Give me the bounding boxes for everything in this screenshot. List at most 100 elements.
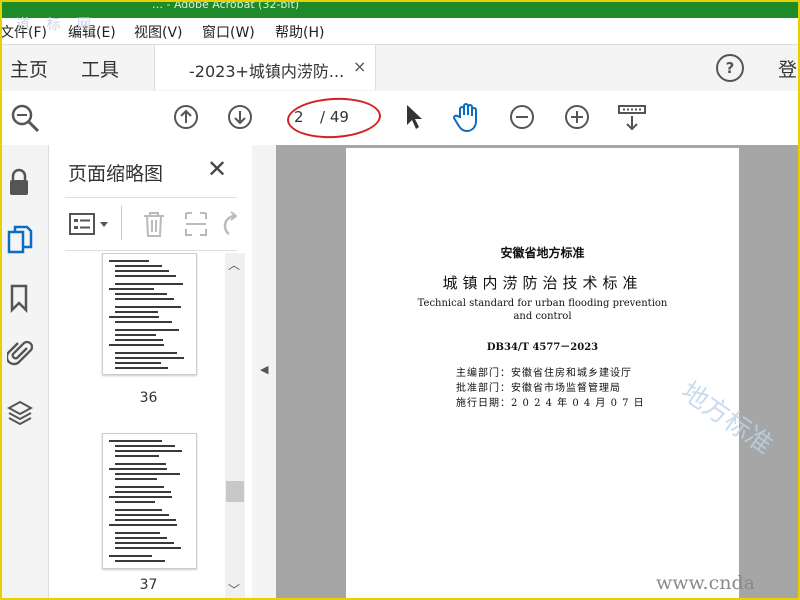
thumbnail-text-line xyxy=(115,298,174,300)
page-watermark: 地方标准 xyxy=(675,376,778,461)
menu-window[interactable]: 窗口(W) xyxy=(202,22,255,42)
document-page: 安徽省地方标准 城镇内涝防治技术标准 Technical standard fo… xyxy=(346,148,778,598)
tab-bar: 主页 工具 -2023+城镇内涝防... × ? 登 xyxy=(2,44,798,92)
tab-document[interactable]: -2023+城镇内涝防... × xyxy=(154,45,376,90)
hand-tool-icon[interactable] xyxy=(452,101,484,133)
site-watermark: 道 标 网 xyxy=(16,17,97,33)
thumbnail-text-line xyxy=(109,440,162,442)
thumbnail-text-line xyxy=(115,334,156,336)
thumbnail-text-line xyxy=(109,316,159,318)
thumbnail-text-line xyxy=(109,468,167,470)
thumbnail-text-line xyxy=(115,283,183,285)
thumbnail-text-line xyxy=(115,445,175,447)
login-button[interactable]: 登 xyxy=(778,55,797,82)
thumbnail-scrollbar[interactable]: ︿ ﹀ xyxy=(225,253,245,598)
panel-title: 页面缩略图 xyxy=(68,163,164,185)
thumbnail-text-line xyxy=(109,260,149,262)
window-title: … - Adobe Acrobat (32-bit) xyxy=(152,2,300,11)
standard-code: DB34/T 4577－2023 xyxy=(486,342,599,353)
thumbnail-text-line xyxy=(115,473,180,475)
menu-view[interactable]: 视图(V) xyxy=(134,22,183,42)
thumbnail-text-line xyxy=(109,288,154,290)
panel-toolbar xyxy=(65,197,237,251)
thumbnail-text-line xyxy=(109,344,164,346)
tab-tools[interactable]: 工具 xyxy=(81,55,119,82)
thumbnail-text-line xyxy=(115,311,158,313)
zoom-out-icon[interactable] xyxy=(509,104,535,130)
thumbnail-text-line xyxy=(115,339,163,341)
thumbnail-label-37: 37 xyxy=(139,577,158,593)
thumbnail-label-36: 36 xyxy=(139,390,158,406)
document-viewer: 安徽省地方标准 城镇内涝防治技术标准 Technical standard fo… xyxy=(276,145,798,598)
previous-page-icon[interactable] xyxy=(173,104,199,130)
thumbnail-text-line xyxy=(115,321,172,323)
lock-icon[interactable] xyxy=(7,167,31,197)
zoom-in-icon[interactable] xyxy=(564,104,590,130)
rotate-page-icon[interactable] xyxy=(221,210,237,238)
thumbnail-text-line xyxy=(115,306,181,308)
thumbnail-page-36[interactable] xyxy=(102,253,197,375)
thumbnail-text-line xyxy=(115,537,167,539)
thumbnail-list: 36 37 xyxy=(65,253,225,598)
menu-help[interactable]: 帮助(H) xyxy=(275,22,324,42)
thumbnail-text-line xyxy=(115,463,166,465)
title-bar: … - Adobe Acrobat (32-bit) xyxy=(2,2,798,18)
approver-department: 批准部门：安徽省市场监督管理局 xyxy=(456,383,621,394)
scroll-up-icon[interactable]: ︿ xyxy=(228,256,240,273)
thumbnail-text-line xyxy=(115,275,176,277)
thumbnail-text-line xyxy=(109,555,152,557)
thumbnail-text-line xyxy=(109,496,172,498)
thumbnail-text-line xyxy=(115,547,181,549)
close-tab-icon[interactable]: × xyxy=(353,57,366,76)
thumbnail-text-line xyxy=(115,352,177,354)
panel-collapse-strip[interactable]: ◀ xyxy=(252,145,276,598)
select-cursor-icon[interactable] xyxy=(403,103,425,131)
thumbnail-text-line xyxy=(115,560,165,562)
zoom-search-icon[interactable] xyxy=(10,103,40,133)
left-navigation-rail xyxy=(2,145,49,598)
bookmark-icon[interactable] xyxy=(7,283,31,313)
thumbnail-text-line xyxy=(115,329,179,331)
document-tab-title: -2023+城镇内涝防... xyxy=(189,62,345,81)
thumbnail-text-line xyxy=(115,450,182,452)
next-page-icon[interactable] xyxy=(227,104,253,130)
thumbnails-panel: 页面缩略图 ✕ 36 37 ︿ ﹀ xyxy=(49,145,253,598)
menu-bar: 文件(F) 编辑(E) 视图(V) 窗口(W) 帮助(H) xyxy=(2,18,798,44)
thumbnail-text-line xyxy=(115,455,159,457)
thumbnail-text-line xyxy=(115,542,174,544)
panel-close-icon[interactable]: ✕ xyxy=(207,155,227,183)
scroll-down-icon[interactable]: ﹀ xyxy=(228,581,240,598)
thumbnail-text-line xyxy=(115,367,168,369)
url-watermark: www.cnda xyxy=(656,572,755,594)
layers-icon[interactable] xyxy=(7,399,33,427)
tab-home[interactable]: 主页 xyxy=(10,55,48,82)
thumbnail-page-37[interactable] xyxy=(102,433,197,569)
thumbnail-text-line xyxy=(115,293,167,295)
thumbnail-text-line xyxy=(115,478,157,480)
help-icon[interactable]: ? xyxy=(716,54,744,82)
thumbnail-text-line xyxy=(115,486,164,488)
thumbnail-text-line xyxy=(109,524,177,526)
collapse-panel-icon[interactable]: ◀ xyxy=(260,363,268,376)
page-thumbnails-icon[interactable] xyxy=(7,225,33,255)
effective-date: 施行日期：2 0 2 4 年 0 4 月 0 7 日 xyxy=(456,398,645,409)
thumbnail-text-line xyxy=(115,519,176,521)
extract-page-icon[interactable] xyxy=(183,210,209,238)
page-display-icon[interactable] xyxy=(617,103,647,133)
panel-toolbar-divider xyxy=(121,206,122,240)
thumbnail-text-line xyxy=(115,514,169,516)
thumbnail-text-line xyxy=(115,357,184,359)
delete-page-icon[interactable] xyxy=(141,210,167,238)
attachment-icon[interactable] xyxy=(7,338,33,368)
editor-department: 主编部门：安徽省住房和城乡建设厅 xyxy=(456,368,632,379)
thumbnail-text-line xyxy=(115,265,162,267)
app-window: … - Adobe Acrobat (32-bit) 文件(F) 编辑(E) 视… xyxy=(0,0,800,600)
thumbnail-text-line xyxy=(115,362,161,364)
thumbnail-options-icon[interactable] xyxy=(69,212,113,236)
scrollbar-thumb[interactable] xyxy=(226,481,244,502)
thumbnail-text-line xyxy=(115,532,160,534)
thumbnail-text-line xyxy=(115,491,171,493)
document-title-en-line1: Technical standard for urban flooding pr… xyxy=(417,298,668,309)
standard-org: 安徽省地方标准 xyxy=(500,246,585,260)
document-title-en-line2: and control xyxy=(513,311,572,322)
